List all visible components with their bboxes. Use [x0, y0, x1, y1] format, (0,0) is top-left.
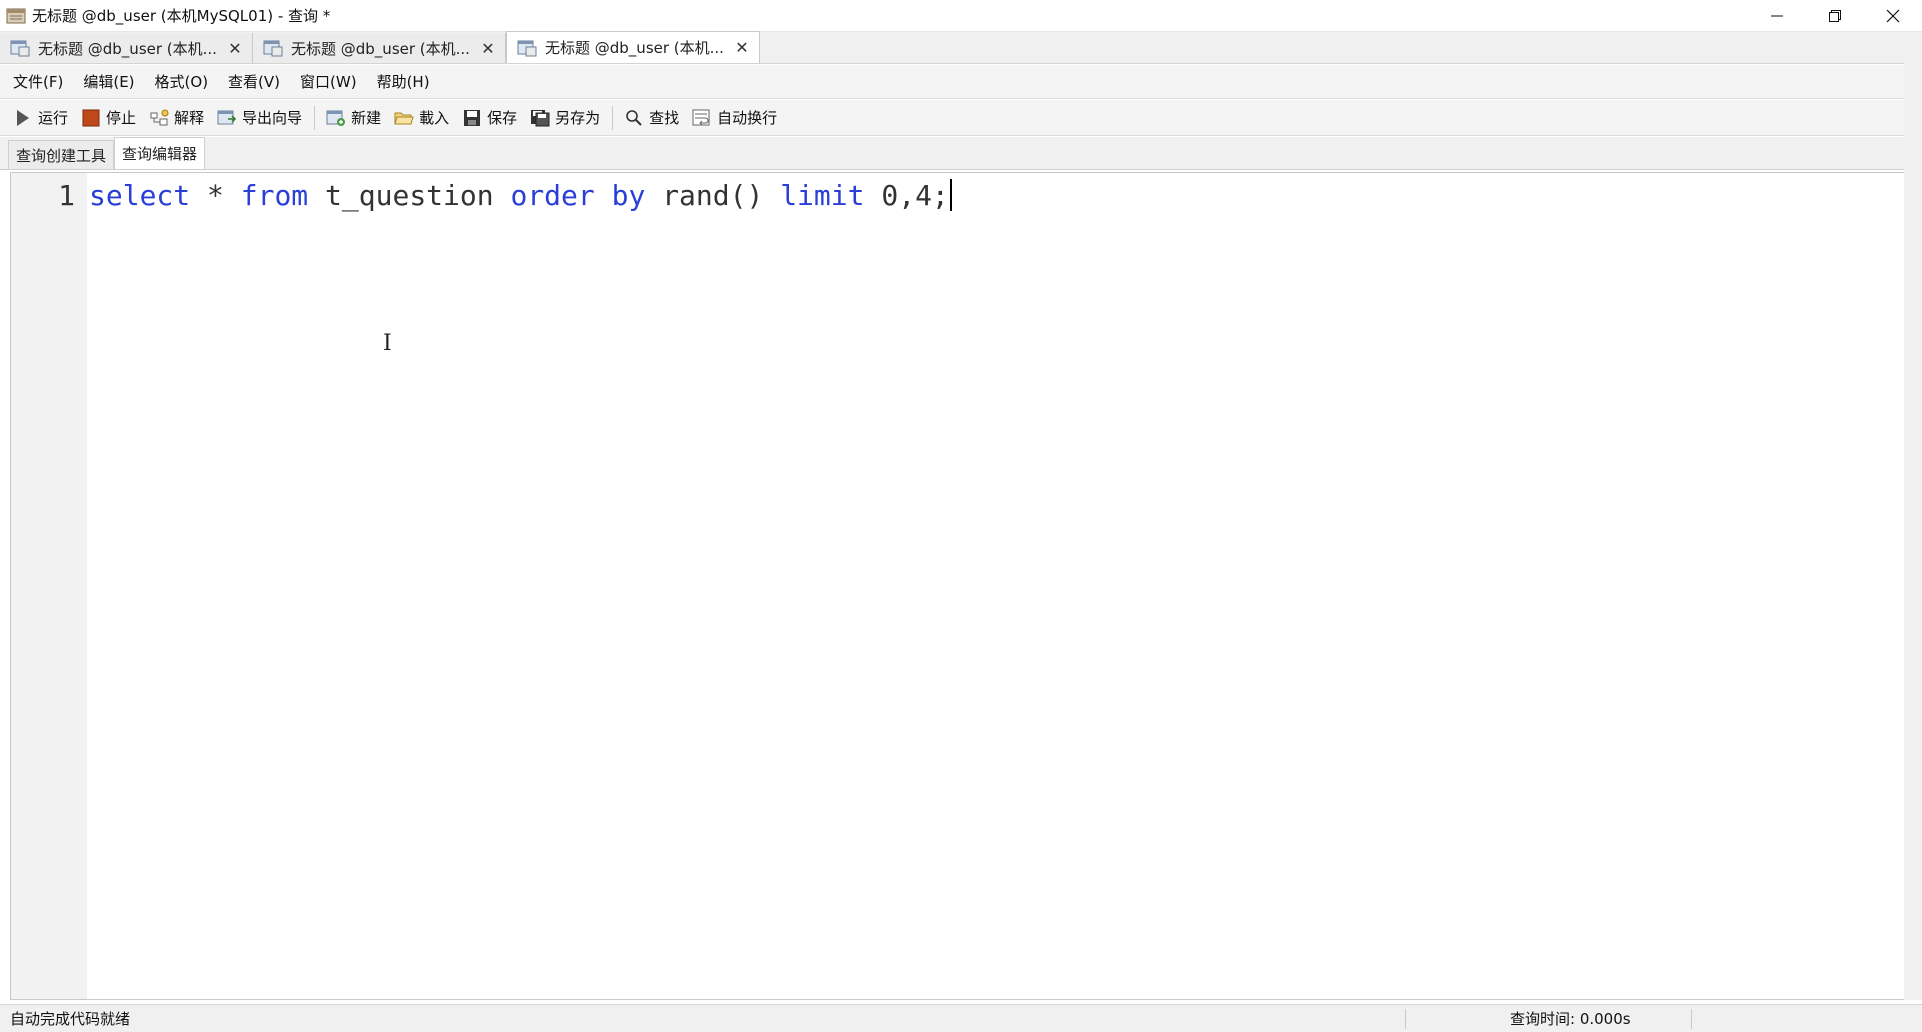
menu-format[interactable]: 格式(O) [152, 69, 212, 94]
save-icon [461, 107, 483, 129]
document-tab-active[interactable]: 无标题 @db_user (本机... ✕ [506, 31, 760, 63]
export-wizard-button[interactable]: 导出向导 [216, 107, 302, 129]
sql-editor[interactable]: 1 select * from t_question order by rand… [10, 172, 1912, 1000]
save-label: 保存 [487, 109, 518, 127]
app-icon [6, 8, 26, 23]
status-bar: 自动完成代码就绪 查询时间: 0.000s [0, 1004, 1922, 1032]
status-divider [1405, 1008, 1406, 1029]
minimize-icon [1771, 15, 1783, 17]
toolbar-separator [612, 105, 614, 130]
text-caret [949, 179, 952, 211]
query-icon [10, 40, 30, 57]
document-tabs: 无标题 @db_user (本机... ✕ 无标题 @db_user (本机..… [0, 31, 1922, 64]
save-as-label: 另存为 [555, 109, 601, 127]
word-wrap-icon [691, 107, 713, 129]
right-edge-panel [1904, 40, 1922, 1000]
find-button[interactable]: 查找 [623, 107, 679, 129]
run-button[interactable]: 运行 [12, 107, 68, 129]
close-window-button[interactable] [1864, 0, 1922, 32]
tab-close-icon[interactable]: ✕ [479, 39, 497, 58]
keyword-select: select [89, 179, 191, 212]
keyword-from: from [240, 179, 309, 212]
load-label: 載入 [419, 109, 450, 127]
save-as-icon [529, 107, 551, 129]
document-tab[interactable]: 无标题 @db_user (本机... ✕ [253, 33, 506, 63]
load-button[interactable]: 載入 [393, 107, 449, 129]
play-icon [12, 107, 34, 129]
tab-close-icon[interactable]: ✕ [733, 38, 751, 57]
toolbar-separator [314, 105, 316, 130]
toolbar: 运行 停止 解释 导出向导 新建 載入 保存 另存为 查找 自动换行 [0, 100, 1922, 136]
new-query-icon [325, 107, 347, 129]
stop-button[interactable]: 停止 [80, 107, 136, 129]
save-button[interactable]: 保存 [461, 107, 517, 129]
status-divider [1691, 1008, 1692, 1029]
menu-bar: 文件(F) 编辑(E) 格式(O) 查看(V) 窗口(W) 帮助(H) [0, 65, 1922, 99]
search-icon [623, 107, 645, 129]
menu-help[interactable]: 帮助(H) [374, 69, 433, 94]
tab-close-icon[interactable]: ✕ [226, 39, 244, 58]
menu-view[interactable]: 查看(V) [225, 69, 283, 94]
menu-file[interactable]: 文件(F) [10, 69, 66, 94]
tab-label: 无标题 @db_user (本机... [38, 39, 217, 58]
code-token: * [190, 179, 241, 212]
folder-open-icon [393, 107, 415, 129]
stop-label: 停止 [106, 109, 137, 127]
run-label: 运行 [38, 109, 69, 127]
tab-query-builder[interactable]: 查询创建工具 [8, 140, 115, 169]
explain-icon [148, 107, 170, 129]
keyword-by: by [611, 179, 646, 212]
explain-button[interactable]: 解释 [148, 107, 204, 129]
explain-label: 解释 [174, 109, 205, 127]
find-label: 查找 [649, 109, 680, 127]
menu-window[interactable]: 窗口(W) [297, 69, 360, 94]
code-token: t_question [308, 179, 511, 212]
title-bar: 无标题 @db_user (本机MySQL01) - 查询 * [0, 0, 1922, 32]
tab-label: 无标题 @db_user (本机... [291, 39, 470, 58]
tab-label: 无标题 @db_user (本机... [545, 39, 724, 57]
document-tab[interactable]: 无标题 @db_user (本机... ✕ [0, 33, 253, 63]
restore-button[interactable] [1806, 0, 1864, 32]
query-time: 查询时间: 0.000s [1510, 1010, 1631, 1028]
mouse-ibeam-cursor: I [383, 331, 392, 356]
status-message: 自动完成代码就绪 [10, 1010, 131, 1028]
window-title: 无标题 @db_user (本机MySQL01) - 查询 * [32, 7, 331, 25]
save-as-button[interactable]: 另存为 [529, 107, 600, 129]
code-token: 0,4; [864, 179, 949, 212]
export-label: 导出向导 [242, 109, 303, 127]
query-icon [517, 40, 537, 56]
new-label: 新建 [351, 109, 382, 127]
menu-edit[interactable]: 编辑(E) [80, 69, 137, 94]
word-wrap-label: 自动换行 [717, 109, 778, 127]
query-icon [263, 40, 283, 57]
code-token: rand() [645, 179, 781, 212]
new-button[interactable]: 新建 [325, 107, 381, 129]
window-controls [1748, 0, 1922, 32]
word-wrap-button[interactable]: 自动换行 [691, 107, 777, 129]
line-number: 1 [58, 179, 75, 212]
code-line[interactable]: select * from t_question order by rand()… [89, 179, 952, 212]
export-icon [216, 107, 238, 129]
stop-icon [80, 107, 102, 129]
keyword-order: order [510, 179, 595, 212]
line-number-gutter: 1 [11, 173, 87, 999]
restore-icon [1829, 10, 1841, 22]
editor-mode-tabs: 查询创建工具 查询编辑器 [0, 137, 1922, 170]
keyword-limit: limit [780, 179, 865, 212]
tab-query-editor[interactable]: 查询编辑器 [114, 137, 206, 169]
minimize-button[interactable] [1748, 0, 1806, 32]
close-icon [1886, 9, 1900, 23]
